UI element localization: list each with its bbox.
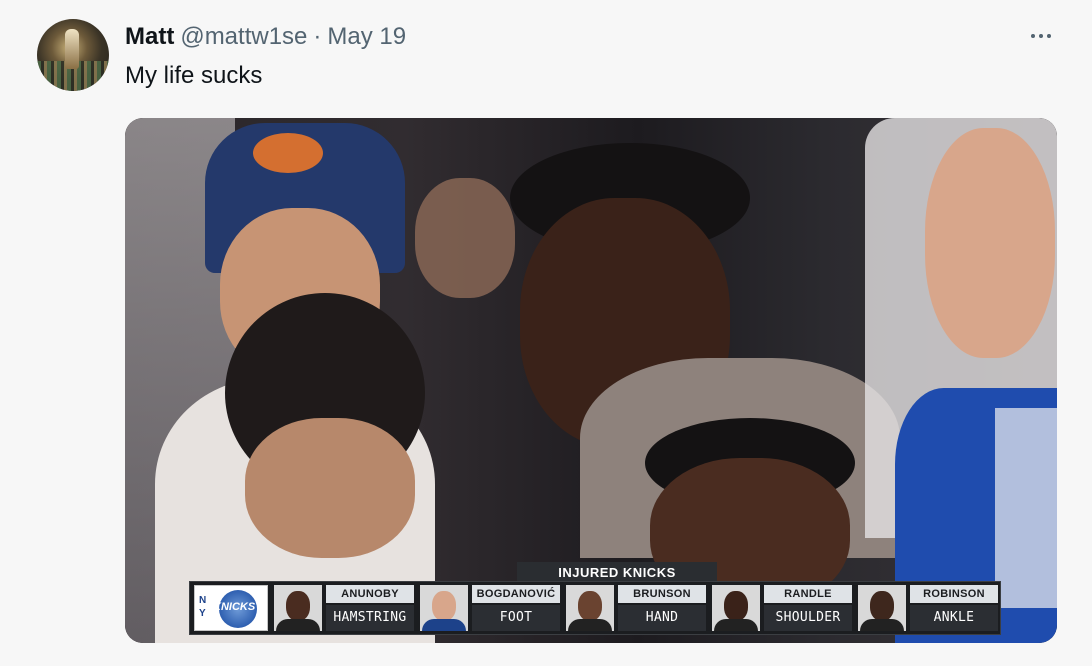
author-handle[interactable]: @mattw1se bbox=[180, 23, 307, 51]
knicks-logo-text: KNICKS bbox=[213, 601, 256, 613]
player-photo bbox=[712, 585, 760, 631]
player-name: BOGDANOVIĆ bbox=[472, 585, 560, 603]
player-photo bbox=[420, 585, 468, 631]
separator: · bbox=[313, 23, 322, 50]
author-name[interactable]: Matt bbox=[125, 23, 174, 51]
tweet-text: My life sucks bbox=[125, 62, 263, 89]
player-injury: SHOULDER bbox=[764, 605, 852, 631]
player-injury: HAND bbox=[618, 605, 706, 631]
player-name: BRUNSON bbox=[618, 585, 706, 603]
player-photo bbox=[858, 585, 906, 631]
tweet-media-image[interactable]: INJURED KNICKS NY KNICKS ANUNOBY HAMSTRI… bbox=[125, 118, 1057, 643]
tweet-date[interactable]: May 19 bbox=[327, 23, 406, 51]
player-name: ANUNOBY bbox=[326, 585, 414, 603]
tweet[interactable]: Matt @mattw1se · May 19 My life sucks IN… bbox=[0, 0, 1092, 666]
player-name: ROBINSON bbox=[910, 585, 998, 603]
graphic-row: NY KNICKS ANUNOBY HAMSTRING BOGDANOVIĆ F… bbox=[189, 581, 1001, 635]
player-name: RANDLE bbox=[764, 585, 852, 603]
player-injury: ANKLE bbox=[910, 605, 998, 631]
knicks-logo-icon: NY KNICKS bbox=[194, 585, 268, 631]
author-avatar[interactable] bbox=[37, 19, 109, 91]
player-injury: FOOT bbox=[472, 605, 560, 631]
player-photo bbox=[274, 585, 322, 631]
tweet-header: Matt @mattw1se · May 19 bbox=[125, 22, 406, 52]
player-photo bbox=[566, 585, 614, 631]
more-dots-icon[interactable] bbox=[1026, 24, 1056, 48]
player-injury: HAMSTRING bbox=[326, 605, 414, 631]
injured-knicks-graphic: INJURED KNICKS NY KNICKS ANUNOBY HAMSTRI… bbox=[189, 562, 1001, 642]
